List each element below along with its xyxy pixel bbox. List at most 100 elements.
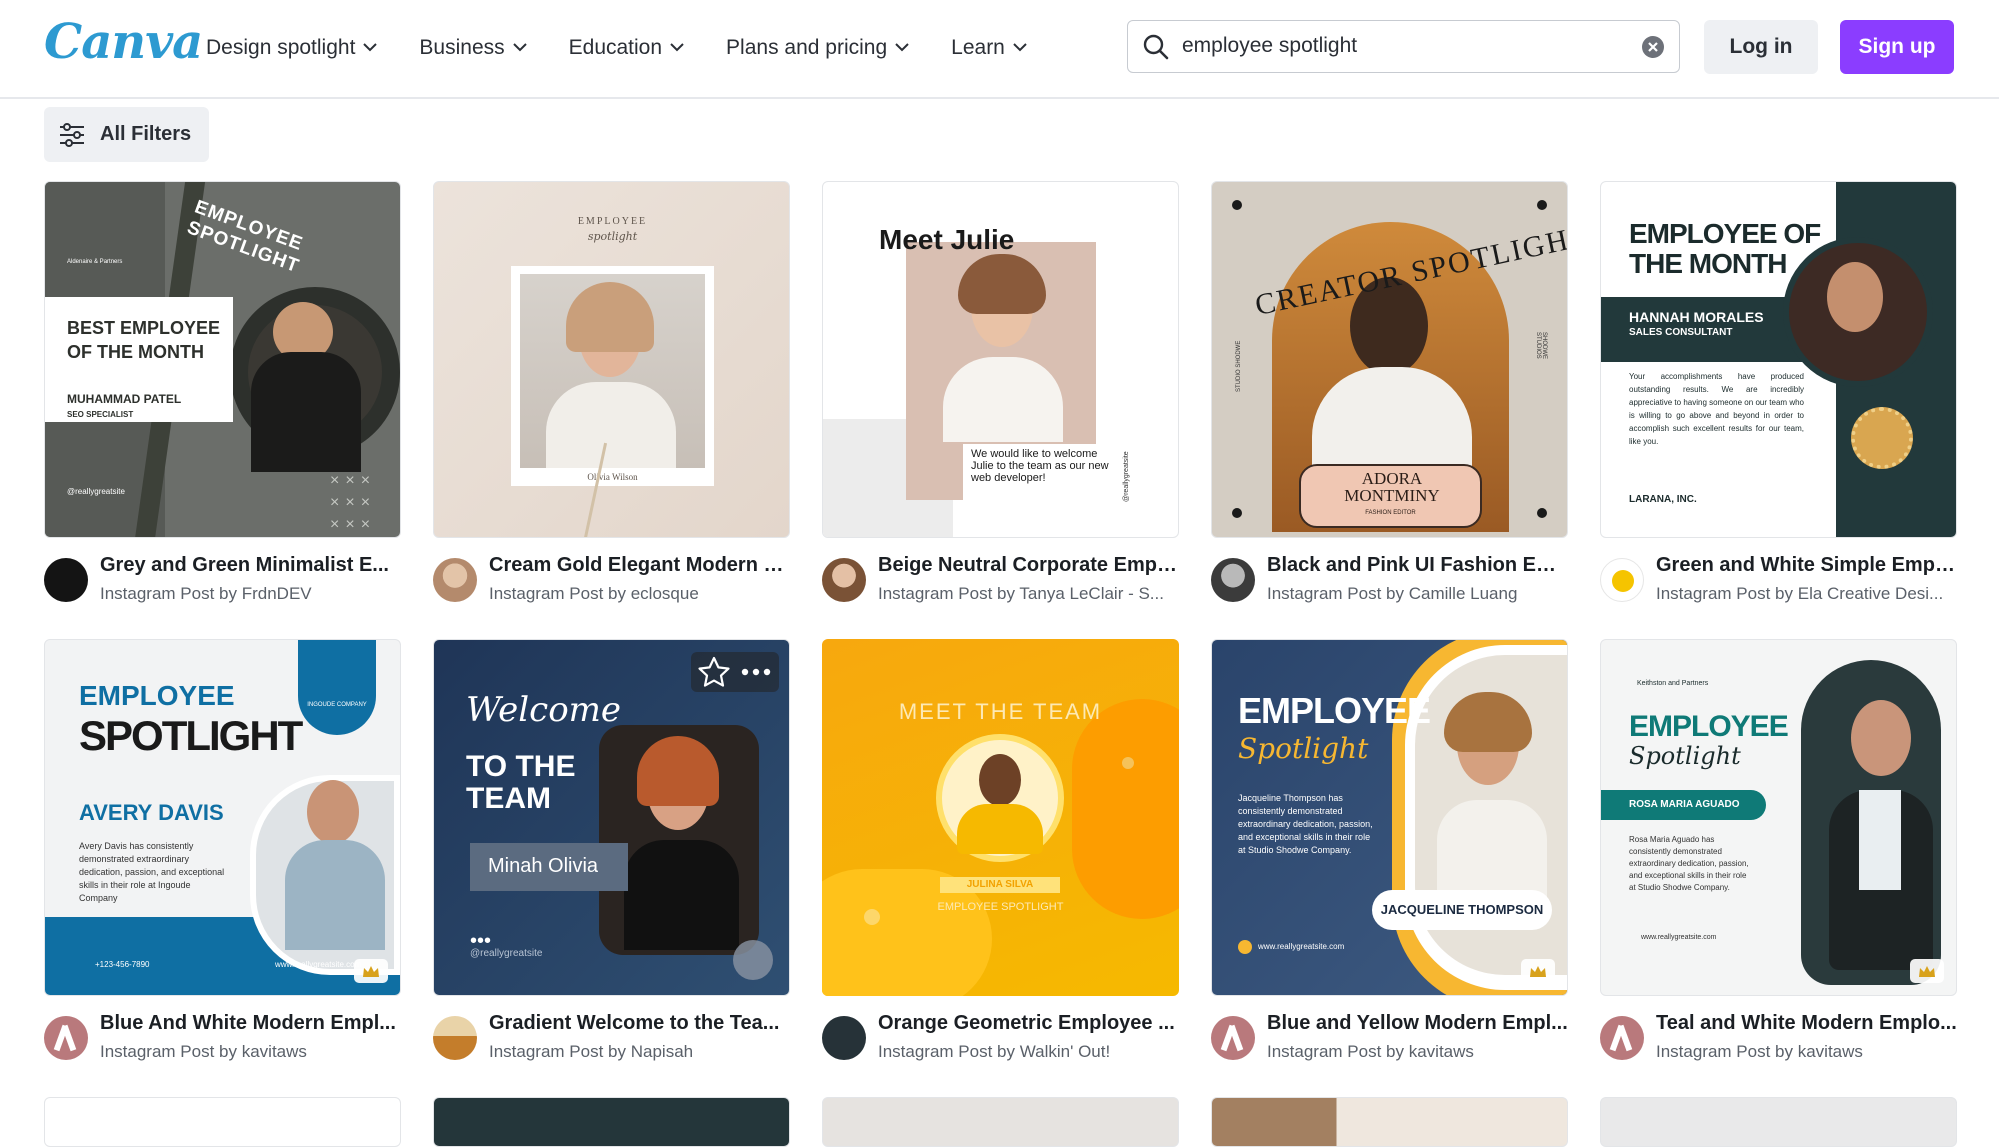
template-thumbnail[interactable]: EMPLOYEE SPOTLIGHT BEST EMPLOYEE OF THE …	[44, 181, 401, 538]
template-thumbnail[interactable]	[1600, 1097, 1957, 1147]
nav-plans-and-pricing[interactable]: Plans and pricing	[726, 36, 909, 60]
template-thumbnail[interactable]: MEET THE TEAM JULINA SILVA EMPLOYEE SPOT…	[822, 639, 1179, 996]
all-filters-button[interactable]: All Filters	[44, 107, 209, 162]
premium-badge	[1910, 959, 1944, 983]
more-options-icon[interactable]	[741, 668, 771, 676]
template-text: Keithston and Partners	[1637, 680, 1709, 687]
template-meta: Orange Geometric Employee ... Instagram …	[822, 1012, 1179, 1062]
template-text: OF THE MONTH	[67, 342, 204, 362]
clear-search-icon[interactable]	[1641, 35, 1665, 59]
template-thumbnail[interactable]: EMPLOYEE spotlight Olivia Wilson	[433, 181, 790, 538]
template-title[interactable]: Beige Neutral Corporate Empl...	[878, 554, 1179, 577]
template-meta: Gradient Welcome to the Tea... Instagram…	[433, 1012, 790, 1062]
template-text: Spotlight	[1629, 742, 1741, 770]
template-title[interactable]: Blue And White Modern Empl...	[100, 1012, 401, 1035]
template-text: We would like to welcome Julie to the te…	[971, 448, 1109, 484]
chevron-down-icon	[512, 43, 527, 52]
template-title[interactable]: Orange Geometric Employee ...	[878, 1012, 1179, 1035]
template-text: THE MONTH	[1629, 248, 1787, 279]
template-thumbnail[interactable]: Meet Julie We would like to welcome Juli…	[822, 181, 1179, 538]
template-text: AVERY DAVIS	[79, 800, 224, 825]
template-text: www.reallygreatsite.com	[1641, 934, 1717, 941]
template-meta: Black and Pink UI Fashion Edit... Instag…	[1211, 554, 1568, 604]
template-text: Olivia Wilson	[587, 472, 638, 482]
template-author[interactable]: Instagram Post by Napisah	[489, 1042, 790, 1062]
brand-logo-icon	[1612, 570, 1634, 592]
template-thumbnail[interactable]: CREATOR SPOTLIGHT ADORA MONTMINY FASHION…	[1211, 181, 1568, 538]
crown-icon	[1530, 965, 1546, 977]
template-title[interactable]: Black and Pink UI Fashion Edit...	[1267, 554, 1568, 577]
template-meta: Cream Gold Elegant Modern E... Instagram…	[433, 554, 790, 604]
template-text: Avery Davis has consistently demonstrate…	[79, 841, 225, 903]
template-heading: EMPLOYEE	[577, 216, 648, 227]
creator-avatar[interactable]	[433, 558, 477, 602]
template-author[interactable]: Instagram Post by kavitaws	[1267, 1042, 1568, 1062]
signup-button[interactable]: Sign up	[1840, 20, 1954, 74]
nav-education[interactable]: Education	[569, 36, 684, 60]
template-title[interactable]: Gradient Welcome to the Tea...	[489, 1012, 790, 1035]
template-thumbnail[interactable]	[1211, 1097, 1568, 1147]
template-text: www.reallygreatsite.com	[1258, 942, 1345, 951]
premium-badge	[1521, 959, 1555, 983]
chevron-down-icon	[363, 43, 378, 52]
template-author[interactable]: Instagram Post by Camille Luang	[1267, 584, 1568, 604]
template-title[interactable]: Grey and Green Minimalist E...	[100, 554, 401, 577]
crown-icon	[1919, 965, 1935, 977]
template-author[interactable]: Instagram Post by eclosque	[489, 584, 790, 604]
template-meta: Blue And White Modern Empl... Instagram …	[44, 1012, 401, 1062]
template-thumbnail[interactable]: INGOUDE COMPANY EMPLOYEE SPOTLIGHT AVERY…	[44, 639, 401, 996]
creator-avatar[interactable]	[44, 1016, 88, 1060]
template-text: Jacqueline Thompson has consistently dem…	[1238, 793, 1373, 855]
template-title[interactable]: Blue and Yellow Modern Empl...	[1267, 1012, 1568, 1035]
template-author[interactable]: Instagram Post by kavitaws	[100, 1042, 401, 1062]
template-author[interactable]: Instagram Post by Walkin' Out!	[878, 1042, 1179, 1062]
template-text: www.reallygreatsite.com	[275, 960, 362, 969]
template-thumbnail[interactable]	[433, 1097, 790, 1147]
template-title[interactable]: Cream Gold Elegant Modern E...	[489, 554, 790, 577]
template-heading: Meet Julie	[879, 224, 1015, 255]
template-thumbnail[interactable]: Welcome TO THE TEAM Minah Olivia ••• @re…	[433, 639, 790, 996]
creator-avatar[interactable]	[433, 1016, 477, 1060]
creator-avatar[interactable]	[44, 558, 88, 602]
template-thumbnail[interactable]: EMPLOYEE OF THE MONTH HANNAH MORALES SAL…	[1600, 181, 1957, 538]
template-text: HANNAH MORALES	[1629, 309, 1764, 325]
nav-business[interactable]: Business	[419, 35, 527, 60]
template-title[interactable]: Teal and White Modern Emplo...	[1656, 1012, 1957, 1035]
template-text: Rosa Maria Aguado has consistently demon…	[1629, 835, 1749, 892]
template-text: SPOTLIGHT	[79, 712, 303, 759]
template-text: JULINA SILVA	[966, 879, 1034, 890]
creator-avatar[interactable]	[1600, 1016, 1644, 1060]
template-text: SHODWE STUDIOS	[1535, 332, 1547, 359]
template-meta: Blue and Yellow Modern Empl... Instagram…	[1211, 1012, 1568, 1062]
template-thumbnail[interactable]	[44, 1097, 401, 1147]
nav-label: Design spotlight	[206, 35, 356, 59]
template-title[interactable]: Green and White Simple Empl...	[1656, 554, 1957, 577]
creator-avatar[interactable]	[1211, 558, 1255, 602]
template-heading: Welcome	[466, 690, 622, 730]
template-text: LARANA, INC.	[1629, 494, 1697, 505]
template-thumbnail[interactable]	[822, 1097, 1179, 1147]
star-icon[interactable]	[697, 656, 731, 688]
template-thumbnail[interactable]: Keithston and Partners EMPLOYEE Spotligh…	[1600, 639, 1957, 996]
template-meta: Beige Neutral Corporate Empl... Instagra…	[822, 554, 1179, 604]
template-text: @reallygreatsite	[470, 948, 543, 959]
nav-learn[interactable]: Learn	[951, 36, 1027, 60]
template-author[interactable]: Instagram Post by Tanya LeClair - S...	[878, 584, 1179, 604]
template-thumbnail[interactable]: JACQUELINE THOMPSON EMPLOYEE Spotlight J…	[1211, 639, 1568, 996]
chevron-down-icon	[895, 43, 909, 52]
creator-avatar[interactable]	[822, 558, 866, 602]
template-text: INGOUDE COMPANY	[307, 702, 367, 708]
canva-logo[interactable]: Canva	[44, 14, 203, 70]
template-author[interactable]: Instagram Post by FrdnDEV	[100, 584, 401, 604]
creator-avatar[interactable]	[1211, 1016, 1255, 1060]
search-input[interactable]	[1182, 30, 1622, 62]
template-heading: EMPLOYEE	[1238, 690, 1431, 731]
nav-label: Business	[419, 35, 505, 59]
template-author[interactable]: Instagram Post by Ela Creative Desi...	[1656, 584, 1957, 604]
creator-avatar[interactable]	[1600, 558, 1644, 602]
login-button[interactable]: Log in	[1704, 20, 1818, 74]
nav-design-spotlight[interactable]: Design spotlight	[206, 35, 378, 60]
template-text: TEAM	[466, 782, 551, 815]
template-author[interactable]: Instagram Post by kavitaws	[1656, 1042, 1957, 1062]
creator-avatar[interactable]	[822, 1016, 866, 1060]
